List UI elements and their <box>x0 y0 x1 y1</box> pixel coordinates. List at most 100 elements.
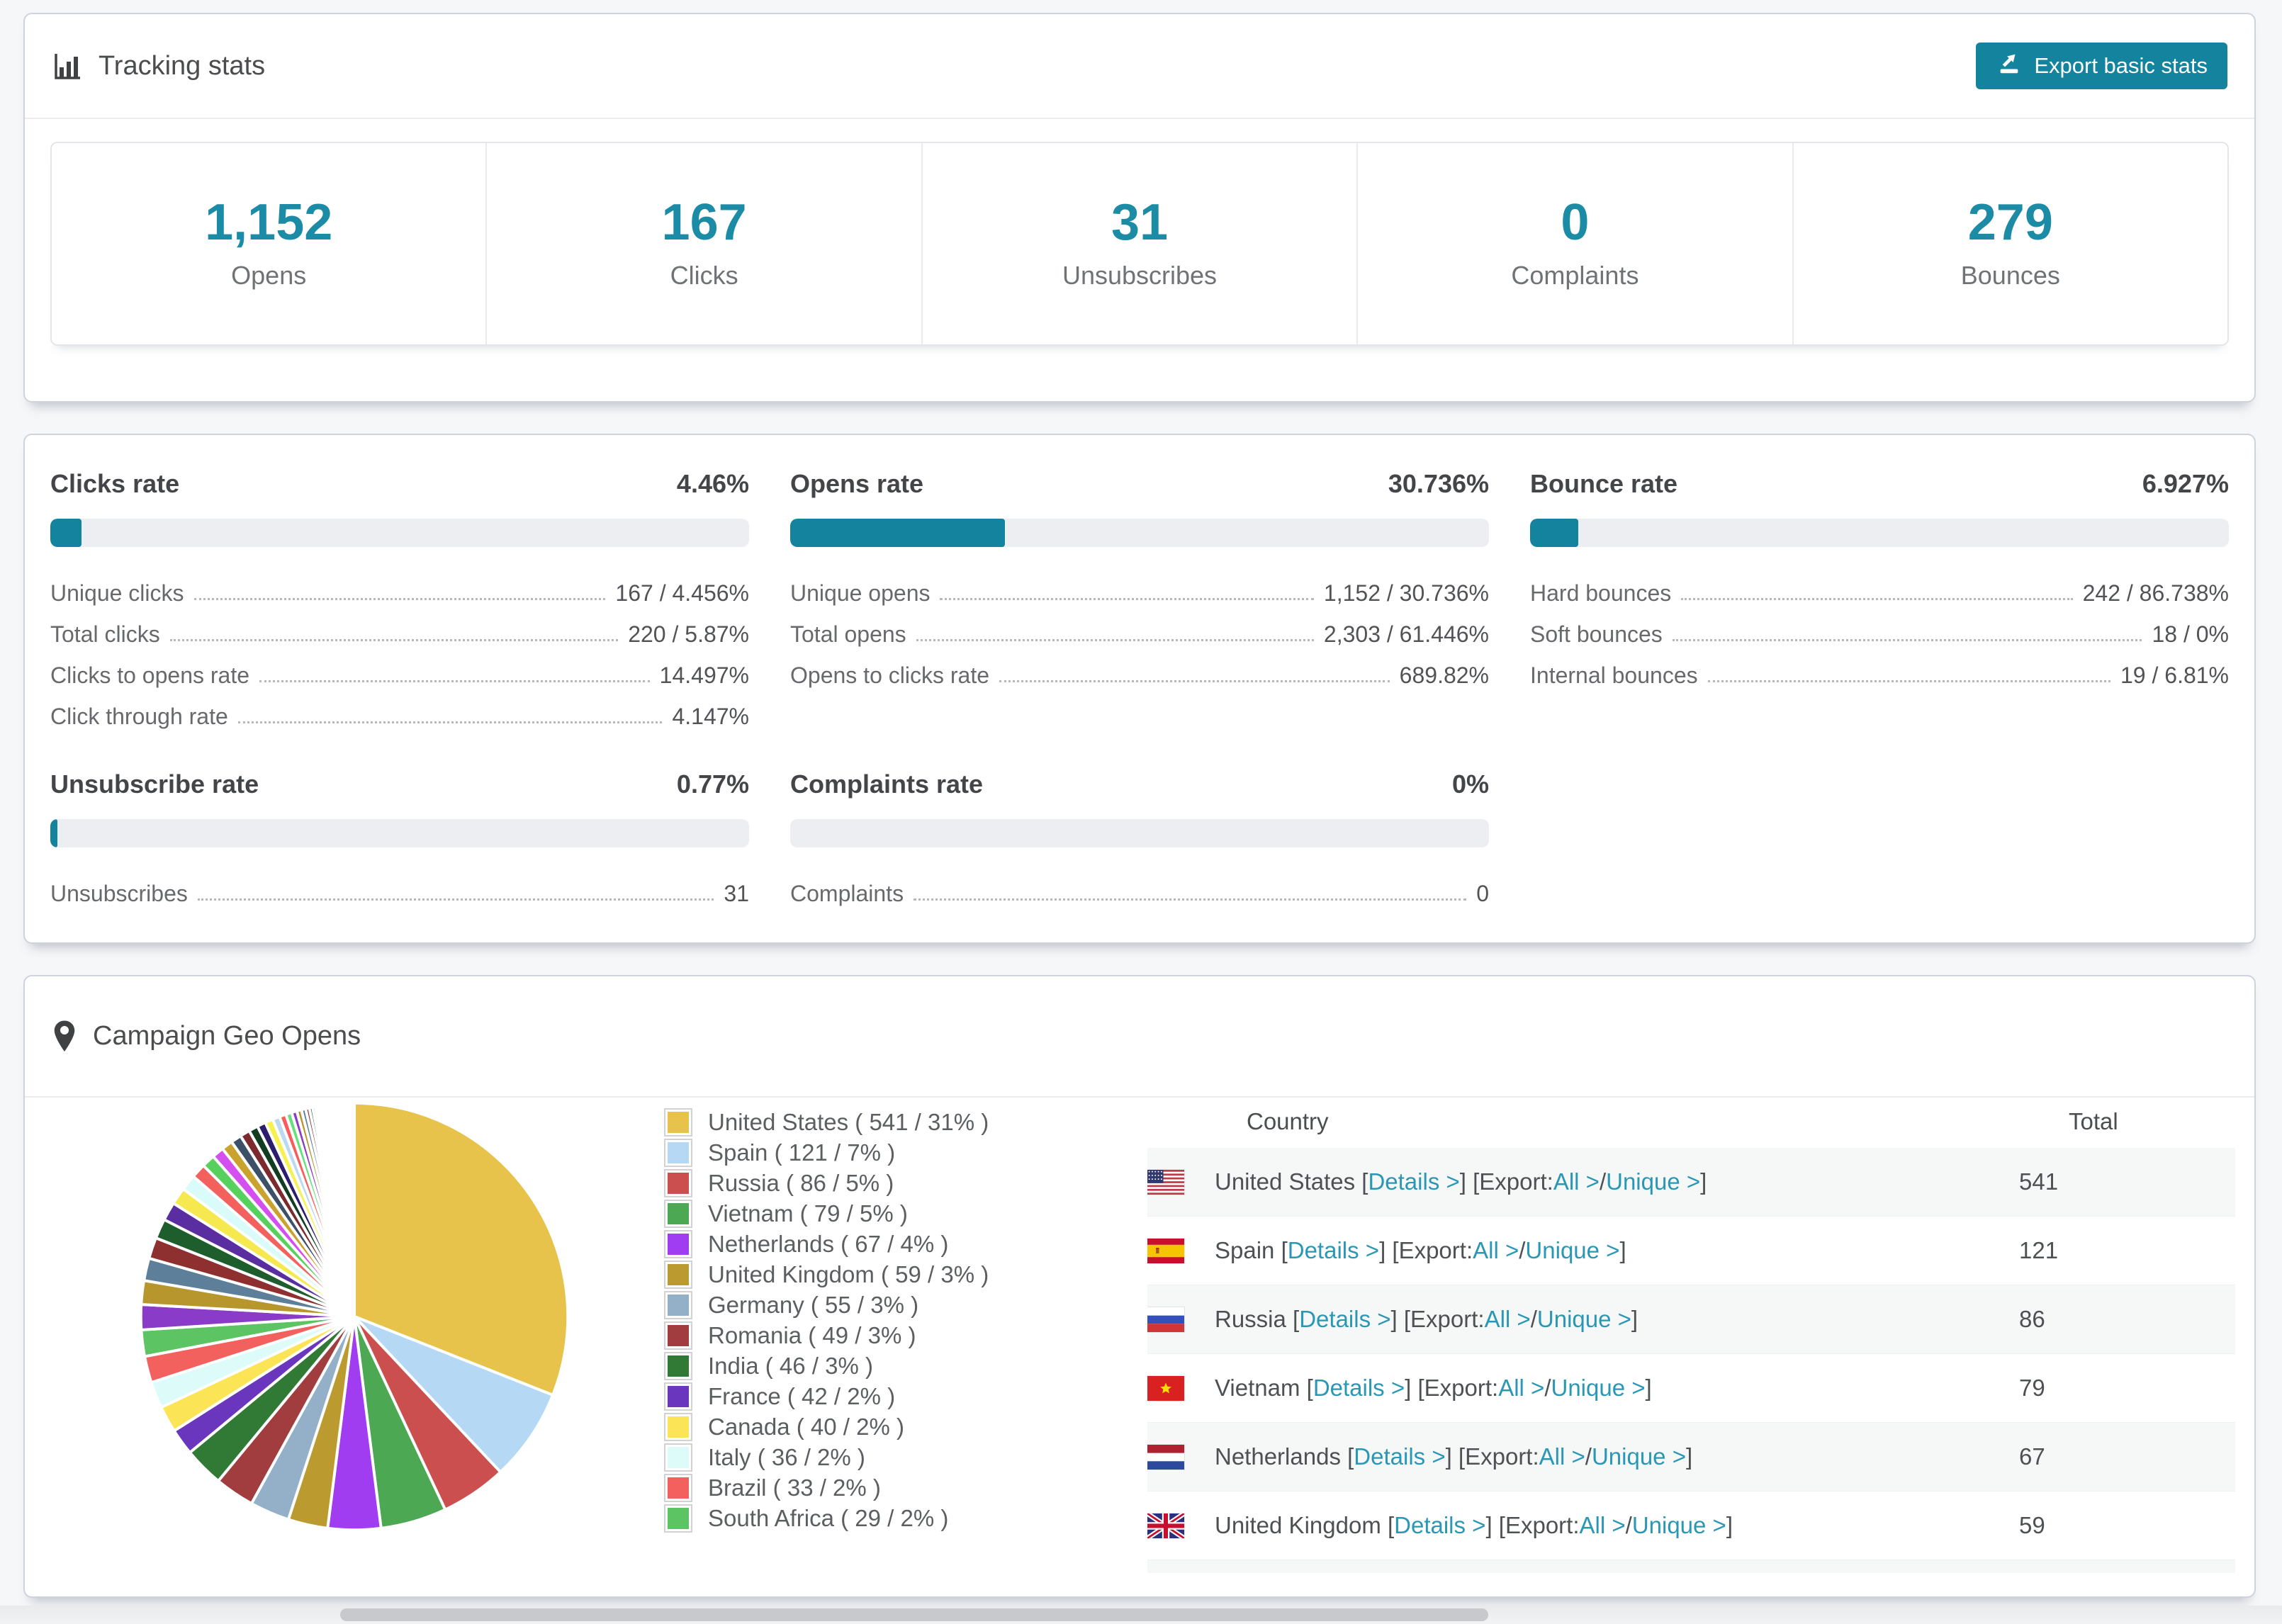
rate-rows: Unique opens 1,152 / 30.736% Total opens 2,… <box>790 565 1489 689</box>
legend-item-brazil[interactable]: Brazil ( 33 / 2% ) <box>664 1472 1118 1503</box>
details-link[interactable]: Details > <box>1354 1443 1445 1470</box>
bracket-text: ] <box>1685 1443 1693 1470</box>
export-unique-link[interactable]: Unique > <box>1606 1168 1700 1195</box>
rate-row: Total opens 2,303 / 61.446% <box>790 607 1489 648</box>
geo-country-cell: Spain [Details >] [Export: All > / Uniqu… <box>1147 1216 2019 1285</box>
rate-block-clicks-rate: Clicks rate 4.46% Unique clicks 167 / 4.456… <box>50 469 749 730</box>
export-unique-link[interactable]: Unique > <box>1537 1306 1631 1333</box>
campaign-geo-opens-card: Campaign Geo Opens United States ( 541 /… <box>23 975 2256 1598</box>
rate-row-value: 0 <box>1476 881 1489 906</box>
legend-item-vietnam[interactable]: Vietnam ( 79 / 5% ) <box>664 1198 1118 1229</box>
country-cell: Russia [Details >] [Export: All > / Uniq… <box>1147 1306 2019 1333</box>
slash-text: / <box>1599 1168 1607 1195</box>
stat-value: 0 <box>1561 194 1590 251</box>
export-unique-link[interactable]: Unique > <box>1632 1512 1726 1539</box>
rate-block-header: Bounce rate 6.927% <box>1530 469 2229 499</box>
rate-title: Opens rate <box>790 469 924 498</box>
rate-block-header: Opens rate 30.736% <box>790 469 1489 499</box>
legend-swatch <box>664 1321 692 1350</box>
legend-item-south-africa[interactable]: South Africa ( 29 / 2% ) <box>664 1503 1118 1533</box>
export-all-link[interactable]: All > <box>1485 1306 1531 1333</box>
rate-value: 0% <box>1451 769 1489 799</box>
bracket-text: ] [Export: <box>1390 1306 1485 1332</box>
dotted-leader <box>916 639 1314 641</box>
geo-table-row-gb: United Kingdom [Details >] [Export: All … <box>1147 1491 2235 1560</box>
rate-row: Clicks to opens rate 14.497% <box>50 648 749 689</box>
geo-total-cell: 121 <box>2019 1216 2235 1285</box>
export-all-link[interactable]: All > <box>1473 1237 1519 1264</box>
legend-swatch <box>664 1504 692 1533</box>
export-all-link[interactable]: All > <box>1498 1375 1544 1402</box>
export-unique-link[interactable]: Unique > <box>1592 1443 1686 1470</box>
rate-value: 30.736% <box>1388 469 1489 498</box>
map-pin-icon <box>52 1020 77 1054</box>
details-link[interactable]: Details > <box>1313 1375 1405 1402</box>
rate-progress-bar <box>50 819 749 847</box>
rate-row: Click through rate 4.147% <box>50 689 749 730</box>
slash-text: / <box>1519 1237 1526 1263</box>
country-cell: Netherlands [Details >] [Export: All > /… <box>1147 1443 2019 1470</box>
legend-swatch <box>664 1290 692 1319</box>
export-all-link[interactable]: All > <box>1580 1512 1626 1539</box>
rate-row: Complaints 0 <box>790 866 1489 907</box>
tracking-card-title: Tracking stats <box>52 50 265 81</box>
horizontal-scrollbar-thumb[interactable] <box>340 1608 1488 1621</box>
details-link[interactable]: Details > <box>1394 1512 1485 1539</box>
bracket-text: ] [Export: <box>1459 1168 1553 1195</box>
rate-row-label: Clicks to opens rate <box>50 662 250 688</box>
stat-value: 167 <box>661 194 747 251</box>
export-unique-link[interactable]: Unique > <box>1551 1375 1645 1402</box>
bracket-text: ] <box>1619 1237 1626 1263</box>
geo-country-cell: United States [Details >] [Export: All >… <box>1147 1148 2019 1217</box>
legend-item-italy[interactable]: Italy ( 36 / 2% ) <box>664 1442 1118 1472</box>
export-all-link[interactable]: All > <box>1539 1443 1585 1470</box>
tracking-card-header: Tracking stats Export basic stats <box>25 14 2254 119</box>
stat-cell-unsubscribes: 31 Unsubscribes <box>923 143 1359 344</box>
legend-swatch <box>664 1260 692 1289</box>
rate-row-label: Internal bounces <box>1530 662 1698 688</box>
legend-label: Vietnam ( 79 / 5% ) <box>708 1200 908 1227</box>
export-basic-stats-button[interactable]: Export basic stats <box>1976 43 2227 89</box>
bracket-text: ] <box>1631 1306 1639 1332</box>
rate-row-label: Opens to clicks rate <box>790 662 989 688</box>
rate-block-header: Clicks rate 4.46% <box>50 469 749 499</box>
horizontal-scrollbar[interactable] <box>0 1606 2282 1624</box>
rate-row-value: 14.497% <box>659 662 749 688</box>
rate-progress-bar <box>50 519 749 547</box>
stat-cell-clicks: 167 Clicks <box>487 143 923 344</box>
legend-item-netherlands[interactable]: Netherlands ( 67 / 4% ) <box>664 1229 1118 1259</box>
legend-item-germany[interactable]: Germany ( 55 / 3% ) <box>664 1290 1118 1320</box>
rate-row: Soft bounces 18 / 0% <box>1530 607 2229 648</box>
legend-label: France ( 42 / 2% ) <box>708 1382 896 1409</box>
legend-swatch <box>664 1412 692 1441</box>
rate-block-unsubscribe-rate: Unsubscribe rate 0.77% Unsubscribes 31 <box>50 769 749 907</box>
geo-card-title-text: Campaign Geo Opens <box>93 1021 361 1051</box>
legend-item-canada[interactable]: Canada ( 40 / 2% ) <box>664 1411 1118 1442</box>
rate-row: Hard bounces 242 / 86.738% <box>1530 565 2229 607</box>
export-unique-link[interactable]: Unique > <box>1525 1237 1619 1264</box>
legend-item-france[interactable]: France ( 42 / 2% ) <box>664 1381 1118 1411</box>
legend-item-united-kingdom[interactable]: United Kingdom ( 59 / 3% ) <box>664 1259 1118 1290</box>
legend-item-spain[interactable]: Spain ( 121 / 7% ) <box>664 1137 1118 1168</box>
legend-item-united-states[interactable]: United States ( 541 / 31% ) <box>664 1107 1118 1137</box>
legend-swatch <box>664 1168 692 1197</box>
bracket-text: ] [Export: <box>1379 1237 1473 1263</box>
geo-table-header-total: Total <box>2069 1108 2118 1134</box>
geo-total-cell: 86 <box>2019 1285 2235 1354</box>
details-link[interactable]: Details > <box>1288 1237 1379 1264</box>
dotted-leader <box>1707 680 2110 682</box>
vn-flag-icon <box>1147 1375 1184 1401</box>
geo-opens-pie-chart[interactable] <box>131 1093 578 1540</box>
rate-row: Unsubscribes 31 <box>50 866 749 907</box>
bracket-text: ] [Export: <box>1445 1443 1539 1470</box>
rate-block-header: Complaints rate 0% <box>790 769 1489 799</box>
export-all-link[interactable]: All > <box>1553 1168 1600 1195</box>
country-name: United Kingdom [ <box>1215 1512 1395 1538</box>
legend-item-romania[interactable]: Romania ( 49 / 3% ) <box>664 1320 1118 1350</box>
details-link[interactable]: Details > <box>1368 1168 1459 1195</box>
details-link[interactable]: Details > <box>1299 1306 1390 1333</box>
rate-progress-fill <box>790 519 1006 547</box>
legend-item-russia[interactable]: Russia ( 86 / 5% ) <box>664 1168 1118 1198</box>
rate-row-value: 689.82% <box>1399 662 1489 688</box>
legend-item-india[interactable]: India ( 46 / 3% ) <box>664 1350 1118 1381</box>
